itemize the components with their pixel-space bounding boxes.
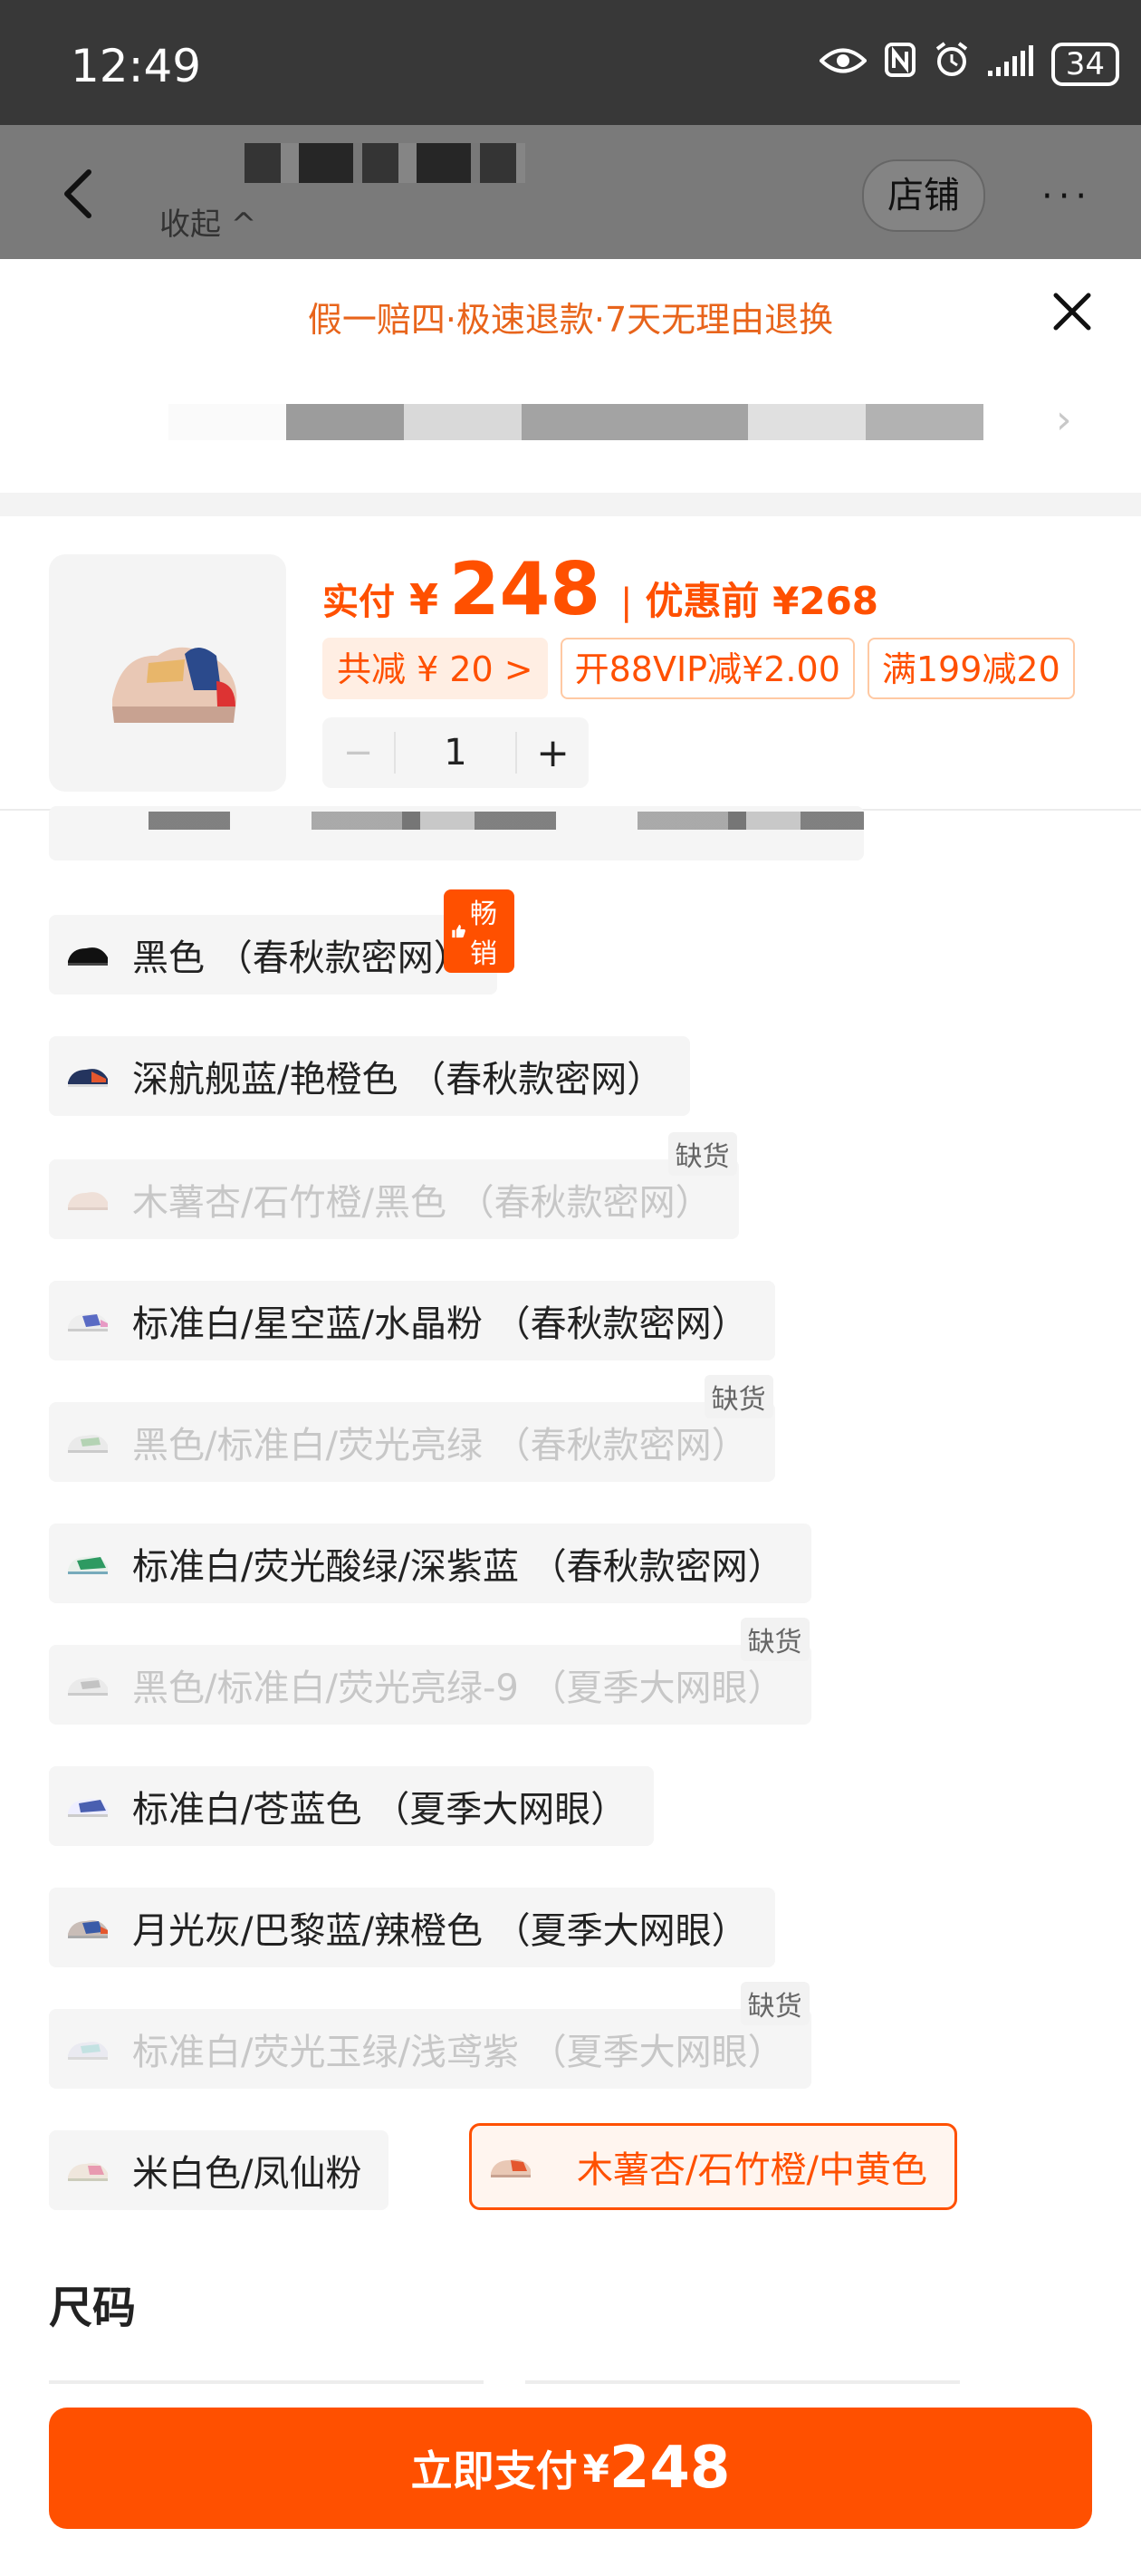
out-of-stock-badge: 缺货 xyxy=(740,1618,810,1661)
nfc-icon xyxy=(884,43,916,86)
quantity-value[interactable]: 1 xyxy=(393,732,518,774)
option-label: 月光灰/巴黎蓝/辣橙色 （夏季大网眼） xyxy=(132,1910,748,1952)
option-label: 黑色/标准白/荧光亮绿 （春秋款密网） xyxy=(132,1425,748,1466)
pay-now-amount: 248 xyxy=(609,2435,731,2502)
pay-now-currency: ¥ xyxy=(582,2446,609,2491)
status-icons: 34 xyxy=(818,42,1119,87)
color-option-9[interactable]: 缺货 标准白/荧光玉绿/浅鸢紫 （夏季大网眼） xyxy=(49,1982,811,2089)
thumbs-up-icon xyxy=(452,924,465,938)
increase-button[interactable]: + xyxy=(517,730,589,776)
title-redacted xyxy=(244,143,525,183)
price-line: 实付 ¥ 248 | 优惠前 ¥268 xyxy=(322,547,878,631)
paid-label: 实付 xyxy=(322,582,395,623)
option-label: 木薯杏/石竹橙/中黄色 xyxy=(577,2149,927,2191)
pay-now-label: 立即支付 xyxy=(410,2446,578,2495)
color-option-3[interactable]: 标准白/星空蓝/水晶粉 （春秋款密网） xyxy=(49,1281,775,1360)
size-option-ghost xyxy=(49,2380,484,2384)
option-scrolled-redacted xyxy=(49,806,864,860)
price-amount: 248 xyxy=(449,547,601,631)
color-option-11-selected[interactable]: 木薯杏/石竹橙/中黄色 xyxy=(469,2123,957,2210)
option-label: 标准白/苍蓝色 （夏季大网眼） xyxy=(132,1789,628,1831)
option-thumbnail xyxy=(49,915,127,995)
back-arrow-icon[interactable] xyxy=(60,168,96,219)
option-thumbnail xyxy=(49,1036,127,1116)
option-thumbnail xyxy=(49,1645,127,1725)
color-option-4[interactable]: 缺货 黑色/标准白/荧光亮绿 （春秋款密网） xyxy=(49,1375,775,1482)
battery-icon: 34 xyxy=(1050,43,1119,86)
option-label: 黑色/标准白/荧光亮绿-9 （夏季大网眼） xyxy=(132,1668,784,1709)
quantity-stepper: − 1 + xyxy=(322,717,589,788)
signal-icon xyxy=(987,43,1033,85)
status-bar: 12:49 34 xyxy=(0,0,1141,125)
address-redacted xyxy=(168,404,983,440)
color-option-2[interactable]: 缺货 木薯杏/石竹橙/黑色 （春秋款密网） xyxy=(49,1132,739,1239)
more-icon[interactable]: ··· xyxy=(1041,176,1092,217)
shop-button[interactable]: 店铺 xyxy=(862,159,985,232)
pay-now-button[interactable]: 立即支付 ¥ 248 xyxy=(49,2408,1092,2529)
color-option-6[interactable]: 缺货 黑色/标准白/荧光亮绿-9 （夏季大网眼） xyxy=(49,1618,811,1725)
color-option-5[interactable]: 标准白/荧光酸绿/深紫蓝 （春秋款密网） xyxy=(49,1523,811,1603)
collapse-toggle[interactable]: 收起 ^ xyxy=(159,199,256,244)
close-icon[interactable] xyxy=(1050,290,1094,333)
size-section-title: 尺码 xyxy=(49,2283,137,2333)
out-of-stock-badge: 缺货 xyxy=(704,1375,773,1418)
color-option-8[interactable]: 月光灰/巴黎蓝/辣橙色 （夏季大网眼） xyxy=(49,1888,775,1967)
color-option-10[interactable]: 米白色/凤仙粉 xyxy=(49,2130,389,2210)
price-before-discount: 优惠前 ¥268 xyxy=(645,579,879,623)
section-divider xyxy=(0,493,1141,516)
color-option-7[interactable]: 标准白/苍蓝色 （夏季大网眼） xyxy=(49,1766,655,1846)
option-thumbnail xyxy=(49,1402,127,1482)
option-thumbnail xyxy=(49,1159,127,1239)
option-thumbnail xyxy=(49,1523,127,1603)
page-header: 收起 ^ 店铺 ··· xyxy=(0,125,1141,259)
service-guarantee: 假一赔四·极速退款·7天无理由退换 xyxy=(307,300,834,340)
vip-discount-chip[interactable]: 开88VIP减¥2.00 xyxy=(560,638,855,699)
out-of-stock-badge: 缺货 xyxy=(740,1982,810,2025)
address-row[interactable]: › xyxy=(0,377,1141,467)
option-label: 标准白/荧光玉绿/浅鸢紫 （夏季大网眼） xyxy=(132,2032,784,2073)
option-label: 米白色/凤仙粉 xyxy=(132,2153,362,2195)
option-label: 黑色 （春秋款密网） xyxy=(132,937,470,979)
option-thumbnail xyxy=(472,2127,550,2206)
option-label: 标准白/星空蓝/水晶粉 （春秋款密网） xyxy=(132,1303,748,1345)
bestseller-label: 畅销 xyxy=(469,899,497,970)
color-option-1[interactable]: 深航舰蓝/艳橙色 （春秋款密网） xyxy=(49,1036,691,1116)
option-thumbnail xyxy=(49,2009,127,2089)
total-discount-chip[interactable]: 共减 ¥ 20 > xyxy=(322,638,548,699)
eye-icon xyxy=(818,43,868,85)
price-currency: ¥ xyxy=(409,575,439,624)
out-of-stock-badge: 缺货 xyxy=(667,1132,737,1176)
threshold-discount-chip[interactable]: 满199减20 xyxy=(867,638,1075,699)
option-thumbnail xyxy=(49,1888,127,1967)
option-label: 木薯杏/石竹橙/黑色 （春秋款密网） xyxy=(132,1182,712,1224)
option-thumbnail xyxy=(49,1281,127,1360)
price-separator: | xyxy=(620,582,633,623)
option-label: 深航舰蓝/艳橙色 （春秋款密网） xyxy=(132,1059,664,1101)
bestseller-badge: 畅销 xyxy=(444,889,514,973)
color-option-0[interactable]: 畅销 黑色 （春秋款密网） xyxy=(49,889,514,995)
option-thumbnail xyxy=(49,2130,127,2210)
chevron-right-icon: › xyxy=(1056,397,1072,443)
size-option-ghost xyxy=(525,2380,960,2384)
option-label: 标准白/荧光酸绿/深紫蓝 （春秋款密网） xyxy=(132,1546,784,1588)
alarm-icon xyxy=(934,42,970,87)
option-thumbnail xyxy=(49,1766,127,1846)
promo-row: 共减 ¥ 20 > 开88VIP减¥2.00 满199减20 xyxy=(322,638,1075,699)
product-thumbnail[interactable] xyxy=(49,554,286,792)
sku-selection-sheet: 假一赔四·极速退款·7天无理由退换 › 实付 ¥ 248 | 优惠前 ¥268 … xyxy=(0,259,1141,2576)
status-time: 12:49 xyxy=(71,40,202,92)
decrease-button[interactable]: − xyxy=(322,732,394,774)
